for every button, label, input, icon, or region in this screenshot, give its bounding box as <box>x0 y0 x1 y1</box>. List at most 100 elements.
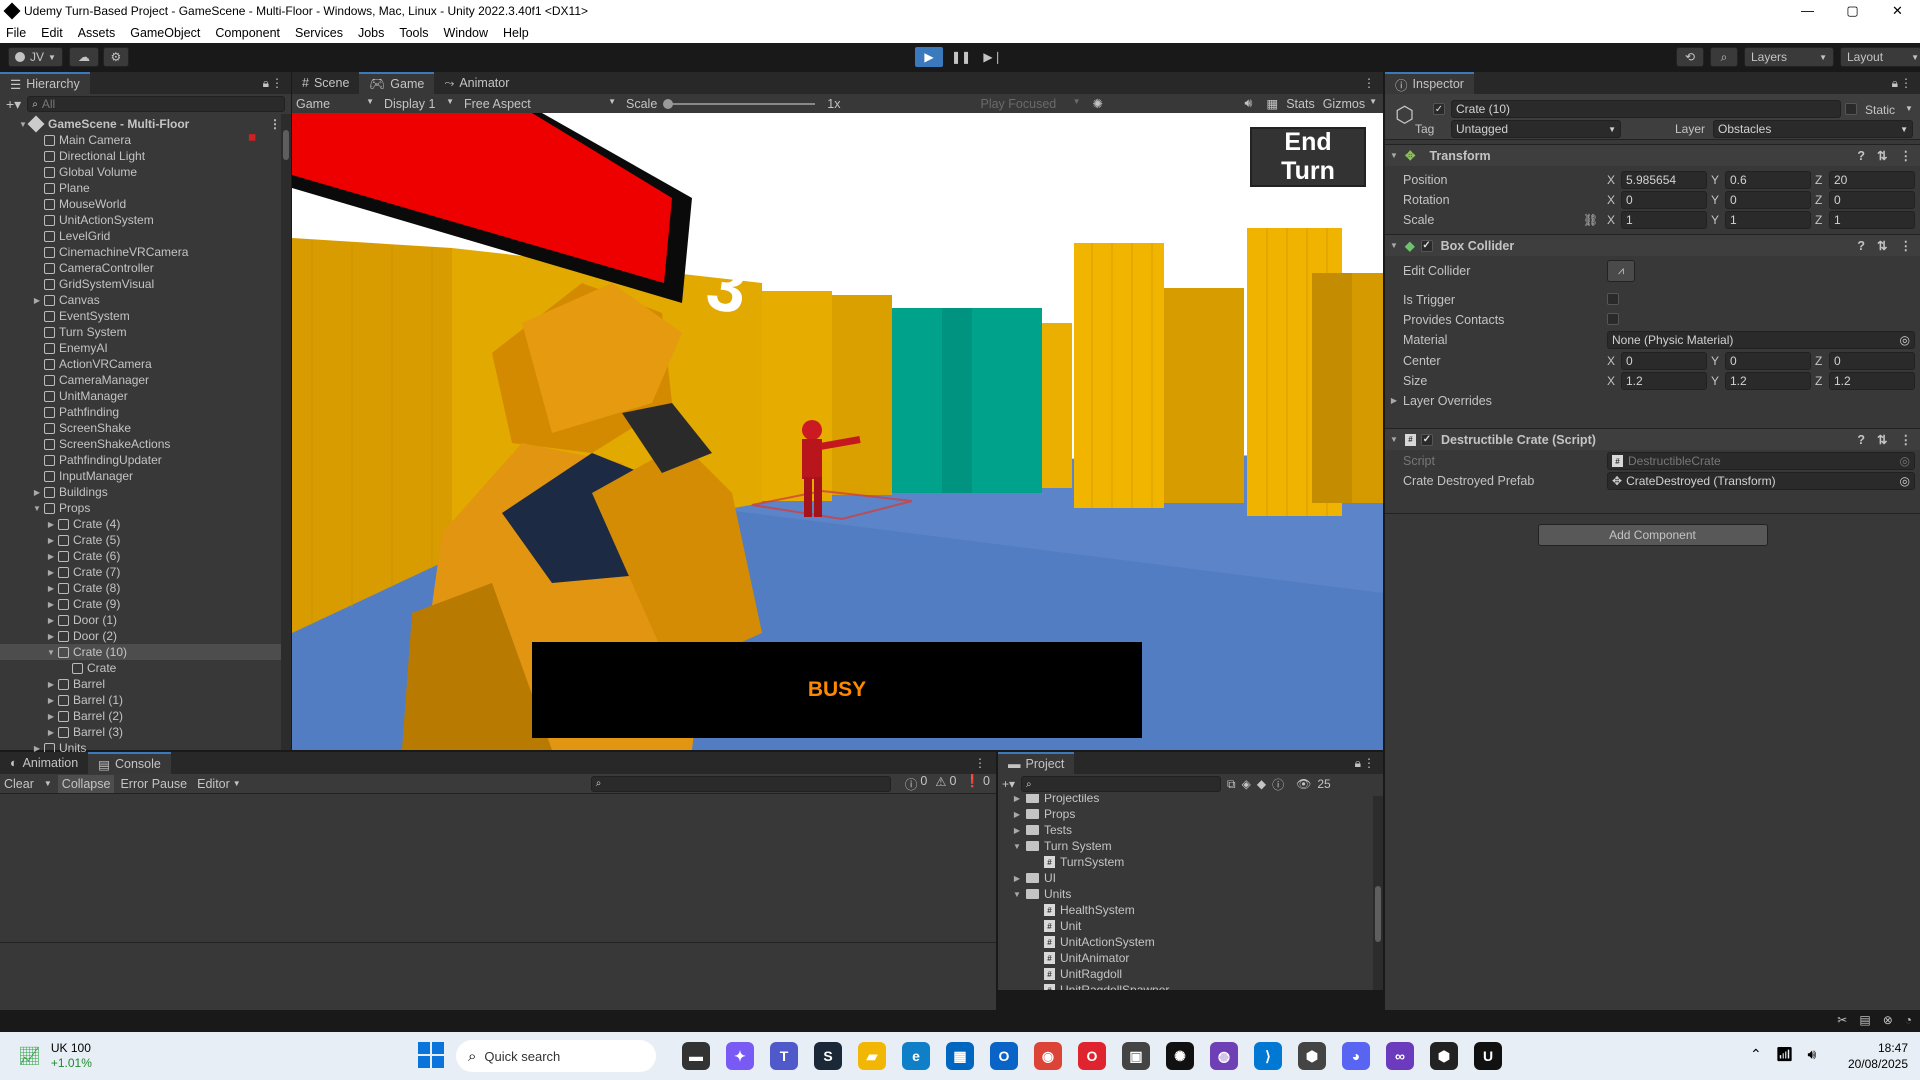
project-script[interactable]: # UnitRagdoll <box>998 966 1383 982</box>
add-icon[interactable]: +▾ <box>6 96 21 113</box>
chevron-right-icon[interactable]: ▶ <box>46 584 56 593</box>
taskbar-search[interactable]: ⌕ Quick search <box>456 1040 656 1072</box>
warning-count-toggle[interactable]: ⚠ 0 <box>935 774 956 793</box>
hierarchy-item[interactable]: GridSystemVisual <box>0 276 291 292</box>
hierarchy-item[interactable]: UnitActionSystem <box>0 212 291 228</box>
box-collider-header[interactable]: ▼ ◆ ✓ Box Collider ? ⇅ ⋮ <box>1385 234 1920 256</box>
gizmos-dropdown[interactable]: Gizmos ▼ <box>1323 97 1377 111</box>
menu-jobs[interactable]: Jobs <box>358 26 384 40</box>
hierarchy-scrollbar[interactable] <box>281 114 291 750</box>
scale-y-input[interactable]: 1 <box>1725 211 1811 229</box>
chevron-right-icon[interactable]: ▶ <box>46 552 56 561</box>
filter-label-icon[interactable]: ◈ <box>1242 777 1251 791</box>
chevron-right-icon[interactable]: ▶ <box>32 488 42 497</box>
project-script[interactable]: # Unit <box>998 918 1383 934</box>
tag-dropdown[interactable]: Untagged ▼ <box>1451 120 1621 138</box>
hierarchy-item[interactable]: LevelGrid <box>0 228 291 244</box>
chevron-right-icon[interactable]: ▶ <box>46 600 56 609</box>
hierarchy-item[interactable]: ▶ Crate (7) <box>0 564 291 580</box>
package-icon[interactable]: ▤ <box>1859 1013 1870 1027</box>
hierarchy-item[interactable]: CinemachineVRCamera <box>0 244 291 260</box>
hierarchy-item[interactable]: InputManager <box>0 468 291 484</box>
scale-z-input[interactable]: 1 <box>1829 211 1915 229</box>
menu-help[interactable]: Help <box>503 26 529 40</box>
account-button[interactable]: JV ▼ <box>8 47 63 67</box>
scene-root[interactable]: ▼ GameScene - Multi-Floor ⋮ <box>0 115 291 133</box>
clock[interactable]: 18:47 20/08/2025 <box>1836 1040 1908 1072</box>
cloud-button[interactable]: ☁ <box>68 47 99 67</box>
chevron-down-icon[interactable]: ▼ <box>44 779 52 788</box>
tab-scene[interactable]: # Scene <box>292 72 359 94</box>
chevron-right-icon[interactable]: ▶ <box>1012 810 1022 819</box>
error-pause-button[interactable]: Error Pause <box>120 777 187 791</box>
hierarchy-item[interactable]: CameraController <box>0 260 291 276</box>
hierarchy-item[interactable]: Pathfinding <box>0 404 291 420</box>
chevron-down-icon[interactable]: ▼ <box>1905 104 1913 113</box>
hierarchy-item[interactable]: ▶ Door (1) <box>0 612 291 628</box>
hierarchy-item[interactable]: ▶ Crate (5) <box>0 532 291 548</box>
hierarchy-item[interactable]: ▼ Props <box>0 500 291 516</box>
tab-animator[interactable]: ⤳ Animator <box>434 72 519 94</box>
game-viewport[interactable]: 3 TURN 1 End Turn BUSY <box>292 113 1383 750</box>
tab-project[interactable]: ▬ Project <box>998 752 1075 774</box>
project-folder[interactable]: ▼ Units <box>998 886 1383 902</box>
chevron-right-icon[interactable]: ▶ <box>32 296 42 305</box>
center-x-input[interactable]: 0 <box>1621 352 1707 370</box>
layers-dropdown[interactable]: Layers ▼ <box>1744 47 1834 67</box>
menu-services[interactable]: Services <box>295 26 343 40</box>
hierarchy-item[interactable]: ▶ Barrel (3) <box>0 724 291 740</box>
project-script[interactable]: # TurnSystem <box>998 854 1383 870</box>
rotation-y-input[interactable]: 0 <box>1725 191 1811 209</box>
pause-button[interactable]: ❚❚ <box>947 47 975 67</box>
hierarchy-item[interactable]: ActionVRCamera <box>0 356 291 372</box>
chrome-icon[interactable]: ◉ <box>1034 1042 1062 1070</box>
network-icon[interactable]: ⊗ <box>1883 1013 1893 1027</box>
chevron-right-icon[interactable]: ▶ <box>1389 396 1399 405</box>
chevron-right-icon[interactable]: ▶ <box>46 520 56 529</box>
end-turn-button[interactable]: End Turn <box>1250 127 1366 187</box>
chevron-right-icon[interactable]: ▶ <box>46 712 56 721</box>
display-dropdown[interactable]: Display 1 ▼ <box>380 97 460 111</box>
chevron-down-icon[interactable]: ▼ <box>46 648 56 657</box>
is-trigger-checkbox[interactable] <box>1607 293 1619 305</box>
project-script[interactable]: # UnitRagdollSpawner <box>998 982 1383 990</box>
layout-dropdown[interactable]: Layout ▼ <box>1840 47 1920 67</box>
rotation-z-input[interactable]: 0 <box>1829 191 1915 209</box>
bug-icon[interactable]: ✺ <box>1092 96 1102 111</box>
chevron-right-icon[interactable]: ▶ <box>46 568 56 577</box>
prefab-field[interactable]: ✥ CrateDestroyed (Transform) ◎ <box>1607 472 1915 490</box>
more-icon[interactable]: ⋮ <box>1900 238 1913 253</box>
box-collider-enabled-checkbox[interactable]: ✓ <box>1420 239 1433 252</box>
hierarchy-item[interactable]: CameraManager <box>0 372 291 388</box>
github-icon[interactable]: ◍ <box>1210 1042 1238 1070</box>
lock-icon[interactable]: 🔒︎ <box>263 76 269 91</box>
project-folder[interactable]: ▼ Turn System <box>998 838 1383 854</box>
layer-dropdown[interactable]: Obstacles ▼ <box>1713 120 1913 138</box>
menu-tools[interactable]: Tools <box>399 26 428 40</box>
chevron-down-icon[interactable]: ▼ <box>1012 890 1022 899</box>
hierarchy-item[interactable]: ▶ Door (2) <box>0 628 291 644</box>
unity-hub-icon[interactable]: ⬢ <box>1298 1042 1326 1070</box>
unity-icon[interactable]: ⬢ <box>1430 1042 1458 1070</box>
collab-button[interactable]: ⚙ <box>102 47 129 67</box>
outlook-icon[interactable]: O <box>990 1042 1018 1070</box>
project-folder[interactable]: ▶ Tests <box>998 822 1383 838</box>
chevron-right-icon[interactable]: ▶ <box>1012 826 1022 835</box>
more-icon[interactable]: ⋮ <box>1900 76 1912 90</box>
chevron-right-icon[interactable]: ▶ <box>46 696 56 705</box>
layer-overrides-label[interactable]: Layer Overrides <box>1403 394 1492 408</box>
tab-inspector[interactable]: ⓘ Inspector <box>1385 72 1474 94</box>
hierarchy-item[interactable]: UnitManager <box>0 388 291 404</box>
position-z-input[interactable]: 20 <box>1829 171 1915 189</box>
hierarchy-search-input[interactable]: ⌕ All <box>27 96 285 112</box>
material-field[interactable]: None (Physic Material) ◎ <box>1607 331 1915 349</box>
menu-window[interactable]: Window <box>444 26 488 40</box>
minimize-button[interactable]: — <box>1785 3 1830 19</box>
copilot-icon[interactable]: ✦ <box>726 1042 754 1070</box>
tab-game[interactable]: 🎮︎ Game <box>359 72 435 94</box>
hierarchy-item[interactable]: ▶ Crate (4) <box>0 516 291 532</box>
vs-icon[interactable]: ∞ <box>1386 1042 1414 1070</box>
chevron-right-icon[interactable]: ▶ <box>46 680 56 689</box>
game-icon[interactable]: ▣ <box>1122 1042 1150 1070</box>
play-focused-dropdown[interactable]: Play Focused ▼ <box>980 97 1086 111</box>
